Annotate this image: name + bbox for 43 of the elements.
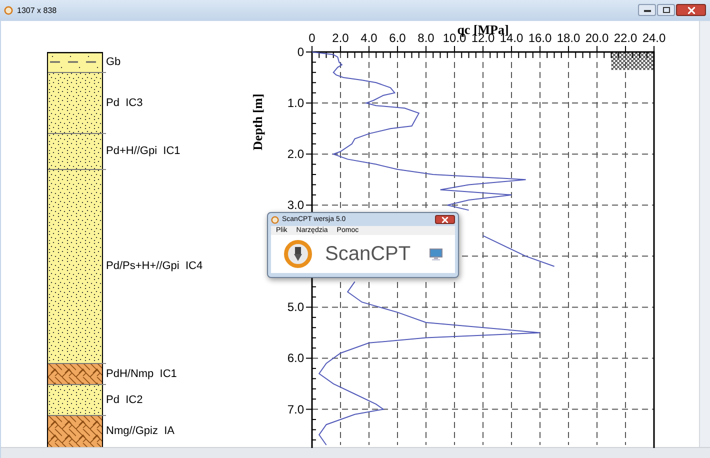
tick-label: 4.0 [360, 31, 378, 45]
minimize-button[interactable] [638, 4, 656, 16]
tick-label: 6.0 [287, 351, 304, 366]
layer-label: Pd IC3 [106, 96, 143, 108]
minimize-icon [644, 8, 650, 12]
tick-label: 5.0 [287, 300, 304, 314]
tick-label: 8.0 [418, 31, 434, 45]
layer-label: Gb [106, 56, 121, 68]
axis-title: Depth [m] [250, 94, 266, 150]
tick-label: 7.0 [287, 402, 304, 416]
tick-label: 2.0 [332, 31, 349, 45]
close-button[interactable] [435, 215, 455, 224]
close-icon [442, 216, 448, 222]
close-icon [688, 6, 694, 14]
tick-label: 16.0 [528, 31, 552, 45]
window-title: 1307 x 838 [17, 6, 57, 14]
layer-label: Pd/Ps+H+//Gpi IC4 [106, 260, 203, 272]
tick-label: 0 [308, 31, 316, 45]
tick-label: 3.0 [287, 198, 304, 212]
hatch-drawing [611, 52, 654, 70]
tick-label: 22.0 [614, 31, 638, 45]
horizontal-scrollbar[interactable] [1, 447, 710, 458]
tick-label: 2.0 [287, 147, 304, 162]
layer-label: PdH/Nmp IC1 [106, 368, 177, 380]
maximize-button[interactable] [657, 4, 675, 16]
layer-label: Pd+H//Gpi IC1 [106, 145, 180, 157]
monitor-icon [429, 248, 443, 260]
soil-layer [47, 415, 103, 447]
close-button[interactable] [676, 4, 706, 16]
tick-label: 1.0 [287, 96, 304, 110]
drill-logo-icon [283, 239, 313, 269]
layer-label: Pd IC2 [106, 394, 143, 406]
tick-label: 6.0 [389, 31, 406, 45]
layer-label: Nmg//Gpiz IA [106, 425, 174, 437]
app-logo-text: ScanCPT [325, 242, 411, 266]
tick-label: 24.0 [642, 31, 666, 45]
vertical-scrollbar[interactable] [699, 21, 710, 447]
maximize-icon [662, 7, 670, 13]
app-icon [271, 216, 279, 224]
tick-label: 0 [297, 45, 304, 59]
app-icon [4, 6, 13, 14]
tick-label: 20.0 [585, 31, 609, 45]
tick-label: 18.0 [556, 31, 580, 45]
